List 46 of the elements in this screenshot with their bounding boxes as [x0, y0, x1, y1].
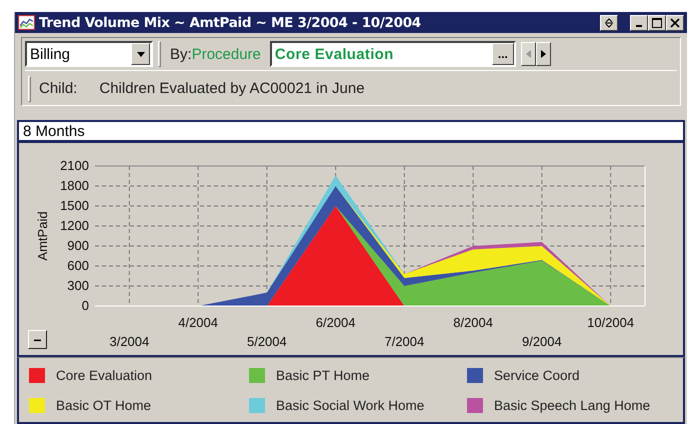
legend-label: Basic Social Work Home	[276, 398, 424, 414]
y-axis-label: AmtPaid	[35, 211, 50, 261]
y-tick-label: 900	[67, 238, 89, 253]
minimize-icon	[636, 24, 642, 26]
next-button[interactable]	[536, 42, 551, 66]
procedure-field[interactable]: Core Evaluation ...	[270, 41, 516, 67]
child-value: Children Evaluated by AC00021 in June	[99, 80, 365, 97]
y-tick-label: 600	[67, 258, 89, 273]
chart-icon	[18, 15, 35, 30]
left-arrow-icon	[526, 50, 531, 58]
y-tick-label: 0	[82, 298, 89, 313]
legend-label: Basic PT Home	[276, 368, 370, 383]
up-down-icon	[604, 18, 614, 28]
by-label: By:	[170, 46, 192, 62]
maximize-icon	[652, 18, 662, 28]
browse-button[interactable]: ...	[492, 43, 514, 65]
child-label: Child:	[39, 80, 78, 97]
resize-button[interactable]	[600, 14, 618, 30]
x-tick-label: 4/2004	[178, 315, 218, 330]
y-tick-label: 1200	[60, 218, 89, 233]
close-icon	[670, 18, 680, 28]
legend-label: Basic Speech Lang Home	[494, 398, 650, 414]
maximize-button[interactable]	[648, 14, 666, 30]
y-tick-label: 300	[67, 278, 89, 293]
y-tick-label: 1800	[60, 178, 89, 193]
x-tick-label: 3/2004	[110, 334, 150, 349]
right-arrow-icon	[540, 50, 546, 58]
by-value: Procedure	[192, 46, 261, 62]
minimize-button[interactable]	[630, 14, 648, 30]
close-button[interactable]	[666, 14, 684, 30]
x-tick-label: 10/2004	[587, 315, 634, 330]
measure-dropdown[interactable]: Billing	[25, 41, 153, 67]
period-header: 8 Months	[17, 120, 685, 140]
dropdown-arrow-icon	[136, 52, 144, 56]
x-tick-label: 9/2004	[522, 334, 562, 349]
x-tick-label: 6/2004	[316, 315, 356, 330]
y-tick-label: 1500	[60, 198, 89, 213]
window-title: Trend Volume Mix ~ AmtPaid ~ ME 3/2004 - 10/2004	[39, 14, 422, 30]
collapse-button[interactable]: −	[28, 330, 47, 349]
legend-label: Basic OT Home	[56, 398, 152, 414]
x-tick-label: 8/2004	[453, 315, 493, 330]
x-tick-label: 5/2004	[247, 334, 287, 349]
legend-label: Core Evaluation	[56, 368, 152, 383]
y-tick-label: 2100	[60, 158, 89, 173]
legend-label: Service Coord	[494, 368, 580, 383]
x-tick-label: 7/2004	[384, 334, 424, 349]
